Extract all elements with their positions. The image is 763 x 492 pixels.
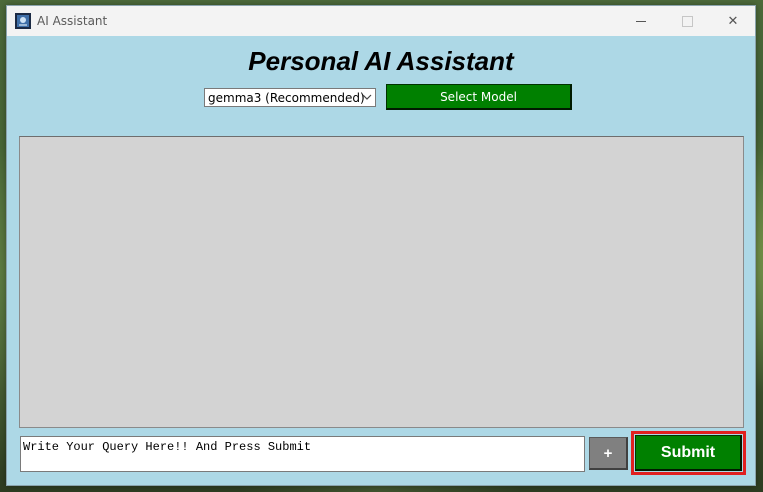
app-icon [15,13,31,29]
minimize-icon [636,20,646,22]
app-window: AI Assistant ✕ Personal AI Assistant gem… [6,5,756,486]
maximize-button[interactable] [664,6,710,36]
chat-display[interactable] [19,136,744,428]
window-title: AI Assistant [37,14,108,28]
query-input[interactable]: Write Your Query Here!! And Press Submit [20,436,585,472]
minimize-button[interactable] [618,6,664,36]
model-dropdown-value: gemma3 (Recommended) [208,90,365,105]
plus-button[interactable]: + [589,437,628,470]
close-icon: ✕ [727,13,739,29]
page-title: Personal AI Assistant [248,46,514,76]
close-button[interactable]: ✕ [710,6,756,36]
select-model-button[interactable]: Select Model [386,84,572,110]
chevron-down-icon [362,94,372,100]
submit-button[interactable]: Submit [635,435,742,471]
maximize-icon [681,15,693,27]
title-bar[interactable]: AI Assistant ✕ [7,6,755,36]
model-dropdown[interactable]: gemma3 (Recommended) [204,88,376,107]
